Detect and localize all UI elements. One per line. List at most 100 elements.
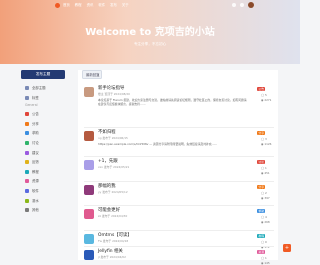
main-nav: 首页 教程 资讯 软件 发布 关于 — [63, 2, 129, 9]
site-logo-icon[interactable] — [55, 3, 60, 8]
sidebar-item-label: 讨论 — [32, 140, 39, 145]
category-icon — [25, 131, 29, 136]
sidebar-item-label: 软件 — [32, 188, 39, 193]
sidebar-item-label: 反馈 — [32, 160, 39, 165]
reply-count: ◯ 5 — [261, 93, 267, 97]
sidebar-item-6[interactable]: 教程 — [21, 167, 67, 177]
sidebar: 发布主题 全部主题 标签 General 公告分享求助讨论建议反馈教程资源软件灌… — [21, 70, 67, 215]
nav-item-2[interactable]: 资讯 — [87, 2, 94, 9]
reply-count: ◯ 2 — [261, 191, 267, 195]
post-meta: jl 发布于 2024/04/02 — [98, 255, 126, 259]
sidebar-item-1[interactable]: 分享 — [21, 119, 67, 129]
category-icon — [25, 121, 29, 126]
list-icon — [25, 86, 29, 90]
view-count: ◉ 145 — [261, 261, 270, 265]
nav-item-1[interactable]: 教程 — [75, 2, 82, 9]
post-meta: yy 发布于 2024/05/12 — [98, 190, 128, 194]
divider — [84, 230, 274, 231]
nav-item-0[interactable]: 首页 — [63, 2, 70, 9]
sidebar-group-label: General — [25, 103, 38, 108]
reply-count: ◯ 1 — [261, 256, 267, 260]
sidebar-item-label: 分享 — [32, 121, 39, 126]
view-count: ◉ 1126 — [261, 142, 272, 146]
category-icon — [25, 179, 29, 184]
category-icon — [25, 112, 29, 117]
top-navbar: 首页 教程 资讯 软件 发布 关于 — [0, 0, 300, 12]
divider — [84, 127, 274, 128]
sidebar-item-label: 其他 — [32, 208, 39, 213]
sidebar-item-7[interactable]: 资源 — [21, 176, 67, 186]
avatar[interactable] — [84, 234, 94, 244]
post-meta: xxx 发布于 2024/05/21 — [98, 165, 130, 169]
reply-count: ◯ 3 — [261, 137, 267, 141]
view-count: ◉ 268 — [261, 220, 270, 224]
sidebar-item-tags[interactable]: 标签 — [21, 93, 67, 103]
divider — [84, 205, 274, 206]
sidebar-item-4[interactable]: 建议 — [21, 148, 67, 158]
sort-dropdown[interactable]: 最新回复 ▾ — [82, 70, 102, 79]
divider — [84, 246, 274, 247]
category-icon — [25, 140, 29, 145]
post-meta: Fw 发布于 2024/04/18 — [98, 239, 129, 243]
search-icon[interactable] — [232, 3, 236, 7]
reply-count: ◯ 0 — [261, 240, 267, 244]
reply-count: ◯ 4 — [261, 215, 267, 219]
scroll-top-button[interactable]: + — [283, 244, 291, 252]
tag-badge[interactable]: 分享 — [257, 185, 266, 190]
sidebar-item-label: 公告 — [32, 112, 39, 117]
sidebar-item-8[interactable]: 软件 — [21, 186, 67, 196]
sidebar-item-label: 资源 — [32, 179, 39, 184]
tag-icon — [25, 95, 29, 100]
sidebar-item-2[interactable]: 求助 — [21, 128, 67, 138]
user-controls — [232, 2, 254, 8]
avatar[interactable] — [84, 209, 94, 219]
tag-badge[interactable]: 分享 — [257, 131, 266, 136]
tag-badge[interactable]: 公告 — [257, 87, 266, 92]
tag-badge[interactable]: 求助 — [257, 209, 266, 214]
user-avatar[interactable] — [248, 2, 254, 8]
view-count: ◉ 2271 — [261, 98, 272, 102]
sidebar-item-5[interactable]: 反馈 — [21, 157, 67, 167]
post-meta: zz 发布于 2024/04/30 — [98, 214, 128, 218]
category-icon — [25, 160, 29, 165]
page-title: Welcome to 克项吉的小站 — [85, 27, 215, 38]
tag-badge[interactable]: 资源 — [257, 250, 266, 255]
page-subtitle: 专注分享，不忘初心 — [133, 42, 167, 46]
bell-icon[interactable] — [240, 3, 244, 7]
sidebar-item-3[interactable]: 讨论 — [21, 138, 67, 148]
sidebar-item-label: 教程 — [32, 169, 39, 174]
view-count: ◉ 397 — [261, 196, 270, 200]
sidebar-item-10[interactable]: 其他 — [21, 205, 67, 215]
post-meta: ng 发布于 2024/06/15 — [98, 136, 128, 140]
nav-item-4[interactable]: 发布 — [110, 2, 117, 9]
tag-badge[interactable]: 教程 — [257, 234, 266, 239]
sidebar-item-0[interactable]: 公告 — [21, 109, 67, 119]
avatar[interactable] — [84, 131, 94, 141]
category-icon — [25, 150, 29, 155]
category-icon — [25, 198, 29, 203]
divider — [84, 181, 274, 182]
discussion-list: 最新回复 ▾ 新手论坛指导 楼主 置顶于 2024/08/20 本论坛基于 Flar… — [78, 70, 278, 265]
nav-item-5[interactable]: 关于 — [122, 2, 129, 9]
reply-count: ◯ 1 — [261, 166, 267, 170]
avatar[interactable] — [84, 250, 94, 260]
view-count: ◉ 451 — [261, 171, 270, 175]
sidebar-item-label: 建议 — [32, 150, 39, 155]
new-post-button[interactable]: 发布主题 — [21, 70, 65, 79]
category-icon — [25, 188, 29, 193]
nav-item-3[interactable]: 软件 — [98, 2, 105, 9]
post-excerpt: 本论坛基于 Flarum 搭建，欢迎大家注册与交流。发帖前请先阅读论坛规则，遵守… — [98, 98, 247, 107]
avatar[interactable] — [84, 87, 94, 97]
sidebar-item-label: 灌水 — [32, 198, 39, 203]
post-excerpt: https://pan.example.com/s/OnHDNv — 资源分享请… — [98, 142, 218, 146]
category-icon — [25, 169, 29, 174]
divider — [84, 156, 274, 157]
chevron-down-icon: ▾ — [97, 73, 99, 77]
tag-badge[interactable]: 讨论 — [257, 160, 266, 165]
sidebar-item-all[interactable]: 全部主题 — [21, 83, 67, 93]
sidebar-item-label: 求助 — [32, 131, 39, 136]
avatar[interactable] — [84, 160, 94, 170]
avatar[interactable] — [84, 185, 94, 195]
sidebar-item-9[interactable]: 灌水 — [21, 196, 67, 206]
post-meta: 楼主 置顶于 2024/08/20 — [98, 92, 130, 96]
